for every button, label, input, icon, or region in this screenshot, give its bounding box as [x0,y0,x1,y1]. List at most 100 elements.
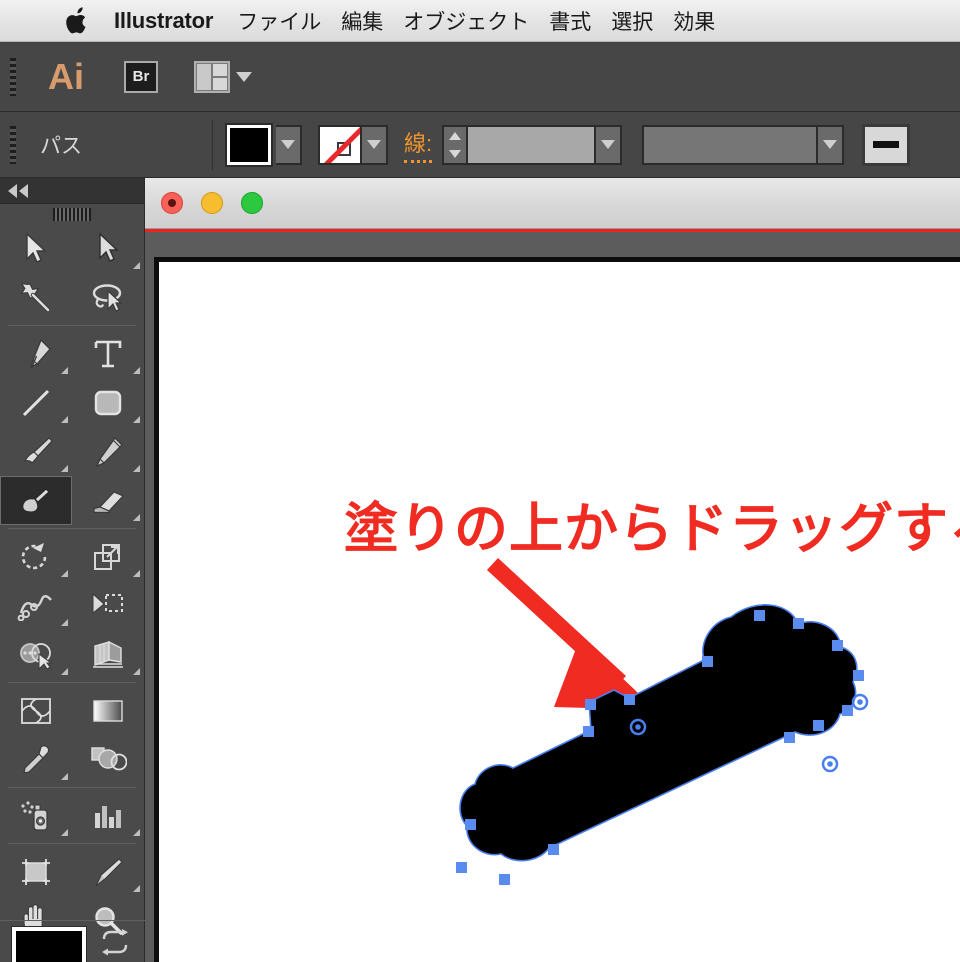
divider [8,843,136,844]
tool-more-indicator [61,829,68,836]
rotate-tool[interactable] [0,532,72,581]
tool-grid [0,224,144,945]
anchor-point [702,656,713,667]
fill-color-control[interactable] [225,122,302,167]
anchor-point [548,844,559,855]
close-traffic-light[interactable] [161,192,183,214]
macos-menu-bar: Illustrator ファイル 編集 オブジェクト 書式 選択 効果 [0,0,960,42]
stroke-weight-label[interactable]: 線: [404,126,433,163]
anchor-point [853,670,864,681]
eraser-tool[interactable] [72,476,144,525]
tools-panel-header [0,178,144,204]
chevron-down-icon [823,140,838,149]
document-tool-strip [145,229,960,257]
pen-tool[interactable] [0,329,72,378]
anchor-point [832,640,843,651]
anchor-point [624,694,635,705]
swap-fill-stroke-icon[interactable] [100,929,130,962]
stepper-down-icon[interactable] [449,149,462,158]
menu-item-select[interactable]: 選択 [611,6,653,36]
variable-width-input[interactable] [642,124,819,165]
menu-item-type[interactable]: 書式 [549,6,591,36]
variable-width-control[interactable] [642,124,845,165]
chevron-down-icon [281,140,295,149]
lasso-tool[interactable] [72,273,144,322]
blob-brush-path[interactable] [459,604,858,862]
selected-object-type: パス [40,134,82,158]
stroke-weight-control[interactable] [442,124,623,165]
type-tool[interactable] [72,329,144,378]
arrange-documents-icon [194,60,230,93]
minimize-traffic-light[interactable] [201,192,223,214]
gradient-tool[interactable] [72,686,144,735]
menu-app-name[interactable]: Illustrator [114,8,213,34]
anchor-point [456,862,467,873]
panel-grip-icon[interactable] [10,57,16,96]
fill-dropdown-button[interactable] [276,124,302,165]
artboard-canvas[interactable]: 塗りの上からドラッグする [154,257,960,962]
tool-more-indicator [133,829,140,836]
tool-more-indicator [61,465,68,472]
pencil-tool[interactable] [72,427,144,476]
perspective-grid-tool[interactable] [72,630,144,679]
anchor-point [585,699,596,710]
magic-wand-tool[interactable] [0,273,72,322]
stroke-swatch[interactable] [318,124,362,165]
anchor-point [813,720,824,731]
menu-item-file[interactable]: ファイル [237,6,321,36]
stroke-color-control[interactable] [318,124,388,165]
rectangle-tool[interactable] [72,378,144,427]
zoom-traffic-light[interactable] [241,192,263,214]
fill-swatch[interactable] [225,122,273,167]
document-title-bar[interactable] [145,178,960,229]
anchor-point [793,618,804,629]
free-transform-tool[interactable] [72,581,144,630]
blob-brush-tool[interactable] [0,476,72,525]
stepper-up-icon[interactable] [449,131,462,140]
double-chevron-left-icon[interactable] [8,183,30,198]
stroke-weight-input[interactable] [468,124,597,165]
divider [212,119,213,170]
slice-tool[interactable] [72,847,144,896]
launch-bridge-button[interactable]: Br [124,60,158,93]
tool-more-indicator [61,367,68,374]
tools-panel [0,178,145,962]
stroke-weight-stepper[interactable] [442,124,469,165]
width-tool[interactable] [0,581,72,630]
apple-logo-icon[interactable] [62,6,92,36]
menu-item-effect[interactable]: 効果 [673,6,715,36]
fill-stroke-swatch[interactable] [11,926,87,962]
tool-more-indicator [133,668,140,675]
divider [8,528,136,529]
symbol-sprayer-tool[interactable] [0,791,72,840]
stroke-weight-dropdown-button[interactable] [596,124,623,165]
menu-item-edit[interactable]: 編集 [341,6,383,36]
tool-more-indicator [133,885,140,892]
fill-stroke-footer [0,920,145,962]
selection-tool[interactable] [0,224,72,273]
stroke-dropdown-button[interactable] [362,124,388,165]
artwork-layer [456,558,869,885]
eyedropper-tool[interactable] [0,735,72,784]
column-graph-tool[interactable] [72,791,144,840]
line-segment-tool[interactable] [0,378,72,427]
anchor-point [499,874,510,885]
panel-grip-icon[interactable] [10,125,16,164]
arrange-documents-button[interactable] [194,60,252,93]
paintbrush-tool[interactable] [0,427,72,476]
document-window: 塗りの上からドラッグする [145,178,960,962]
direct-selection-tool[interactable] [72,224,144,273]
scale-tool[interactable] [72,532,144,581]
blend-tool[interactable] [72,735,144,784]
tool-more-indicator [61,619,68,626]
divider [8,325,136,326]
tools-panel-grip[interactable] [0,204,144,224]
shape-builder-tool[interactable] [0,630,72,679]
application-bar: Ai Br [0,42,960,112]
menu-item-object[interactable]: オブジェクト [403,6,529,36]
anchor-point [465,819,476,830]
variable-width-dropdown-button[interactable] [818,124,845,165]
mesh-tool[interactable] [0,686,72,735]
artboard-tool[interactable] [0,847,72,896]
stroke-profile-button[interactable] [862,123,911,166]
